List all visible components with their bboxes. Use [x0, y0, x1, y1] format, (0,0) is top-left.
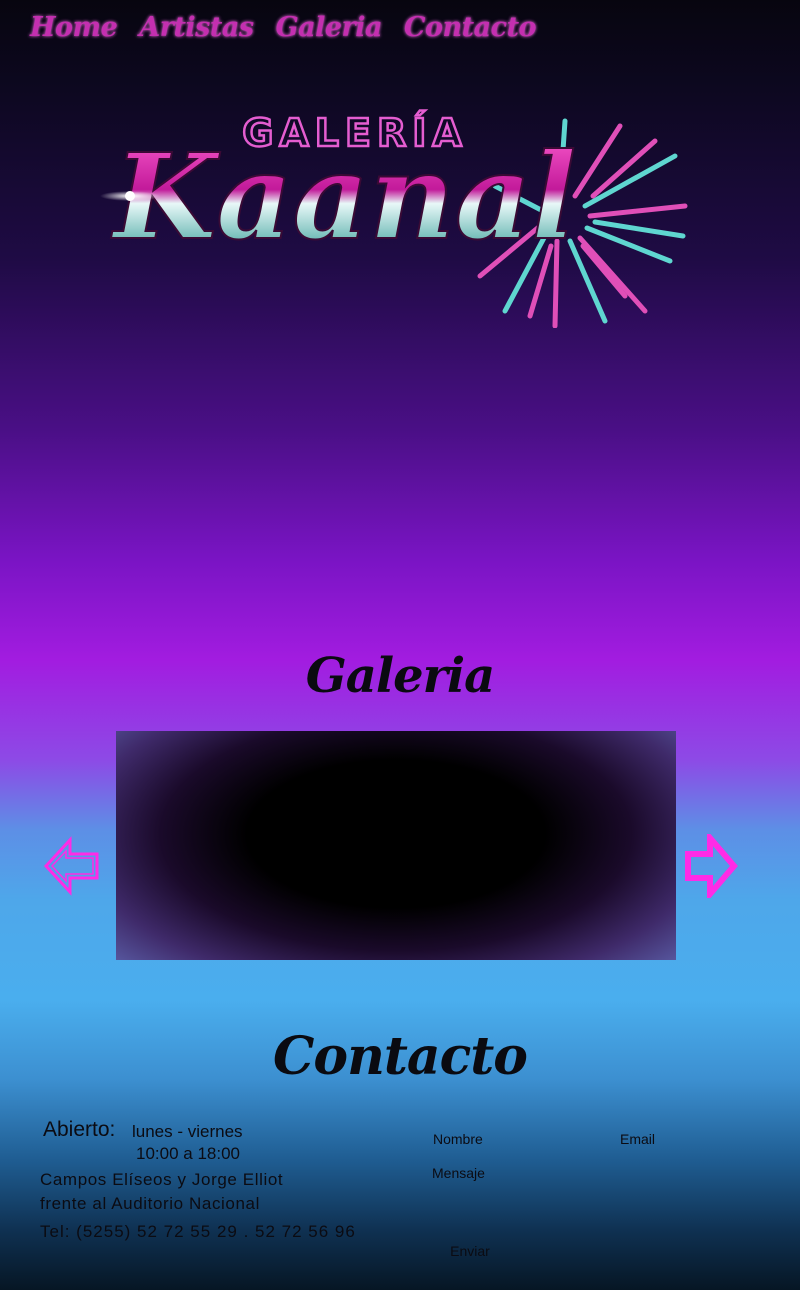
phone-number: Tel: (5255) 52 72 55 29 . 52 72 56 96	[40, 1222, 356, 1241]
main-nav: Home Artistas Galeria Contacto	[30, 12, 537, 43]
arrow-left-outline-icon	[43, 836, 99, 896]
nav-contacto-link[interactable]: Contacto	[404, 12, 537, 43]
nav-artistas-link[interactable]: Artistas	[139, 12, 254, 43]
logo-main-text: Kaanal	[111, 127, 577, 266]
gallery-title: Galeria	[305, 648, 496, 704]
message-field-label: Mensaje	[432, 1165, 485, 1181]
arrow-right-outline-icon	[685, 829, 738, 903]
lens-flare-core	[125, 191, 135, 201]
email-field-label: Email	[620, 1131, 656, 1147]
address-line-2: frente al Auditorio Nacional	[40, 1194, 260, 1213]
hours-days: lunes - viernes	[132, 1122, 243, 1141]
contact-title: Contacto	[273, 1026, 528, 1087]
gallery-prev-button[interactable]	[42, 834, 102, 898]
gallery-viewer[interactable]	[116, 731, 676, 960]
name-field-label: Nombre	[433, 1131, 483, 1147]
nav-home-link[interactable]: Home	[30, 12, 118, 43]
site-logo: GALERÍA Kaanal	[95, 88, 695, 329]
hours-time: 10:00 a 18:00	[136, 1144, 240, 1163]
name-field[interactable]	[430, 1148, 604, 1166]
send-button[interactable]: Enviar	[438, 1240, 502, 1262]
address-line-1: Campos Elíseos y Jorge Elliot	[40, 1170, 284, 1189]
message-field[interactable]	[430, 1184, 771, 1236]
gallery-next-button[interactable]	[684, 829, 744, 903]
nav-galeria-link[interactable]: Galeria	[276, 12, 383, 43]
hours-label: Abierto:	[43, 1118, 116, 1141]
email-field[interactable]	[617, 1148, 771, 1166]
logo-graphic: GALERÍA Kaanal	[100, 110, 688, 329]
